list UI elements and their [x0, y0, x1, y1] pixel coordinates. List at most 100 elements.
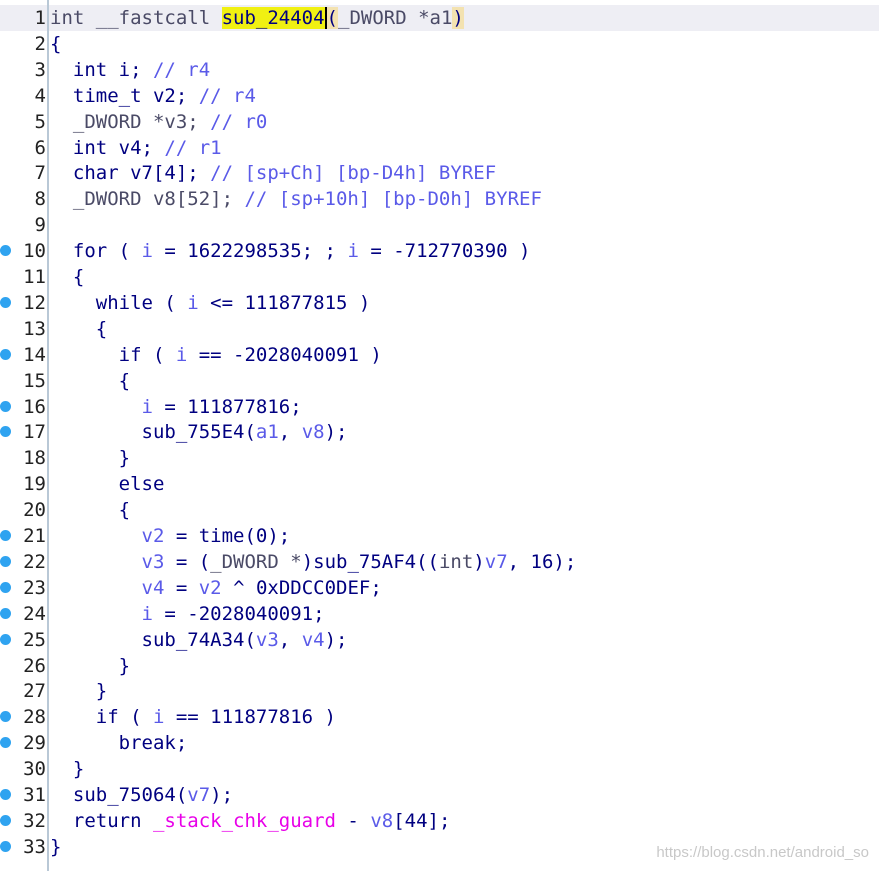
- code-line[interactable]: 21 v2 = time(0);: [0, 523, 879, 549]
- line-number: 5: [34, 110, 46, 133]
- code-token: = time(0);: [164, 525, 291, 547]
- code-text[interactable]: break;: [50, 730, 188, 756]
- code-text[interactable]: _DWORD v8[52]; // [sp+10h] [bp-D0h] BYRE…: [50, 186, 542, 212]
- code-line[interactable]: 6 int v4; // r1: [0, 135, 879, 161]
- code-text[interactable]: v3 = (_DWORD *)sub_75AF4((int)v7, 16);: [50, 549, 577, 575]
- code-text[interactable]: {: [50, 316, 107, 342]
- code-text[interactable]: v4 = v2 ^ 0xDDCC0DEF;: [50, 575, 382, 601]
- code-text[interactable]: sub_75064(v7);: [50, 782, 233, 808]
- line-number: 12: [23, 291, 46, 314]
- line-number-gutter-divider: [47, 0, 49, 871]
- code-text[interactable]: if ( i == -2028040091 ): [50, 342, 382, 368]
- code-line[interactable]: 15 {: [0, 368, 879, 394]
- line-number: 10: [23, 240, 46, 263]
- code-line[interactable]: 2{: [0, 31, 879, 57]
- code-line[interactable]: 32 return _stack_chk_guard - v8[44];: [0, 808, 879, 834]
- watermark: https://blog.csdn.net/android_so: [656, 844, 869, 861]
- code-line[interactable]: 30 }: [0, 756, 879, 782]
- code-line[interactable]: 24 i = -2028040091;: [0, 601, 879, 627]
- code-token: );: [324, 628, 348, 651]
- code-line[interactable]: 4 time_t v2; // r4: [0, 83, 879, 109]
- code-text[interactable]: time_t v2; // r4: [50, 83, 256, 109]
- code-text[interactable]: else: [50, 471, 165, 497]
- code-line[interactable]: 16 i = 111877816;: [0, 394, 879, 420]
- code-token: v8: [370, 809, 394, 832]
- code-token: int i;: [50, 58, 153, 81]
- code-token: char v7[4];: [50, 162, 211, 185]
- code-token: i: [187, 291, 199, 314]
- code-text[interactable]: int i; // r4: [50, 57, 210, 83]
- code-text[interactable]: i = 111877816;: [50, 394, 302, 420]
- code-line[interactable]: 19 else: [0, 471, 879, 497]
- line-number: 11: [23, 266, 46, 288]
- code-text[interactable]: sub_74A34(v3, v4);: [50, 627, 348, 653]
- code-text[interactable]: {: [50, 497, 130, 523]
- code-text[interactable]: }: [50, 756, 84, 782]
- code-text[interactable]: for ( i = 1622298535; ; i = -712770390 ): [50, 238, 531, 264]
- code-line[interactable]: 27 }: [0, 678, 879, 704]
- code-text[interactable]: int __fastcall sub_24404 (_DWORD *a1): [50, 5, 464, 31]
- pseudocode-editor[interactable]: 1 int __fastcall sub_24404 (_DWORD *a1) 2{3…: [0, 5, 879, 871]
- code-line[interactable]: 11 {: [0, 264, 879, 290]
- code-token: _DWORD *v3;: [50, 110, 211, 133]
- code-text[interactable]: if ( i == 111877816 ): [50, 704, 336, 730]
- code-line[interactable]: 28 if ( i == 111877816 ): [0, 704, 879, 730]
- code-token: }: [50, 654, 131, 677]
- code-token: {: [50, 32, 62, 55]
- code-token: i: [152, 706, 165, 729]
- code-text[interactable]: {: [50, 31, 61, 57]
- code-line[interactable]: 25 sub_74A34(v3, v4);: [0, 627, 879, 653]
- code-text[interactable]: sub_755E4(a1, v8);: [50, 419, 348, 445]
- code-line[interactable]: 22 v3 = (_DWORD *)sub_75AF4((int)v7, 16)…: [0, 549, 879, 575]
- code-text[interactable]: i = -2028040091;: [50, 601, 325, 627]
- code-text[interactable]: int v4; // r1: [50, 135, 222, 161]
- code-text[interactable]: while ( i <= 111877815 ): [50, 290, 371, 316]
- line-number: 28: [23, 706, 46, 729]
- code-line[interactable]: 17 sub_755E4(a1, v8);: [0, 419, 879, 445]
- code-token: ,: [278, 421, 302, 444]
- code-line[interactable]: 20 {: [0, 497, 879, 523]
- code-token: while (: [50, 291, 188, 314]
- code-token: int: [438, 550, 474, 573]
- code-token: v2: [198, 576, 222, 599]
- code-text[interactable]: {: [50, 368, 130, 394]
- code-token: _DWORD v8[52];: [50, 188, 245, 211]
- code-text[interactable]: return _stack_chk_guard - v8[44];: [50, 808, 451, 834]
- code-line[interactable]: 8 _DWORD v8[52]; // [sp+10h] [bp-D0h] BY…: [0, 186, 879, 212]
- code-line[interactable]: 3 int i; // r4: [0, 57, 879, 83]
- code-text[interactable]: }: [50, 653, 130, 679]
- code-line[interactable]: 9: [0, 212, 879, 238]
- code-text[interactable]: _DWORD *v3; // r0: [50, 109, 267, 135]
- code-line[interactable]: 13 {: [0, 316, 879, 342]
- code-line[interactable]: 14 if ( i == -2028040091 ): [0, 342, 879, 368]
- code-line[interactable]: 18 }: [0, 445, 879, 471]
- line-number: 6: [34, 136, 46, 159]
- code-line[interactable]: 1 int __fastcall sub_24404 (_DWORD *a1): [0, 5, 879, 31]
- code-token: for (: [50, 240, 142, 263]
- code-text[interactable]: {: [50, 264, 84, 290]
- code-token: v7: [484, 550, 508, 573]
- code-token: // r1: [164, 136, 222, 159]
- code-text[interactable]: v2 = time(0);: [50, 523, 291, 549]
- code-line[interactable]: 29 break;: [0, 730, 879, 756]
- code-text[interactable]: }: [50, 678, 107, 704]
- code-text[interactable]: char v7[4]; // [sp+Ch] [bp-D4h] BYREF: [50, 160, 496, 186]
- code-token: i: [175, 343, 188, 366]
- code-token: (: [324, 7, 338, 29]
- code-line[interactable]: 10 for ( i = 1622298535; ; i = -71277039…: [0, 238, 879, 264]
- code-token: {: [50, 266, 85, 288]
- line-number: 25: [23, 628, 46, 651]
- code-line[interactable]: 12 while ( i <= 111877815 ): [0, 290, 879, 316]
- code-line[interactable]: 31 sub_75064(v7);: [0, 782, 879, 808]
- code-line[interactable]: 26 }: [0, 653, 879, 679]
- code-text[interactable]: }: [50, 445, 130, 471]
- code-line[interactable]: 5 _DWORD *v3; // r0: [0, 109, 879, 135]
- code-token: ): [452, 7, 464, 29]
- code-line[interactable]: 7 char v7[4]; // [sp+Ch] [bp-D4h] BYREF: [0, 160, 879, 186]
- line-number: 2: [34, 32, 46, 55]
- code-text[interactable]: }: [50, 834, 61, 860]
- code-token: i: [347, 240, 359, 263]
- code-line[interactable]: 23 v4 = v2 ^ 0xDDCC0DEF;: [0, 575, 879, 601]
- line-number: 9: [34, 214, 46, 237]
